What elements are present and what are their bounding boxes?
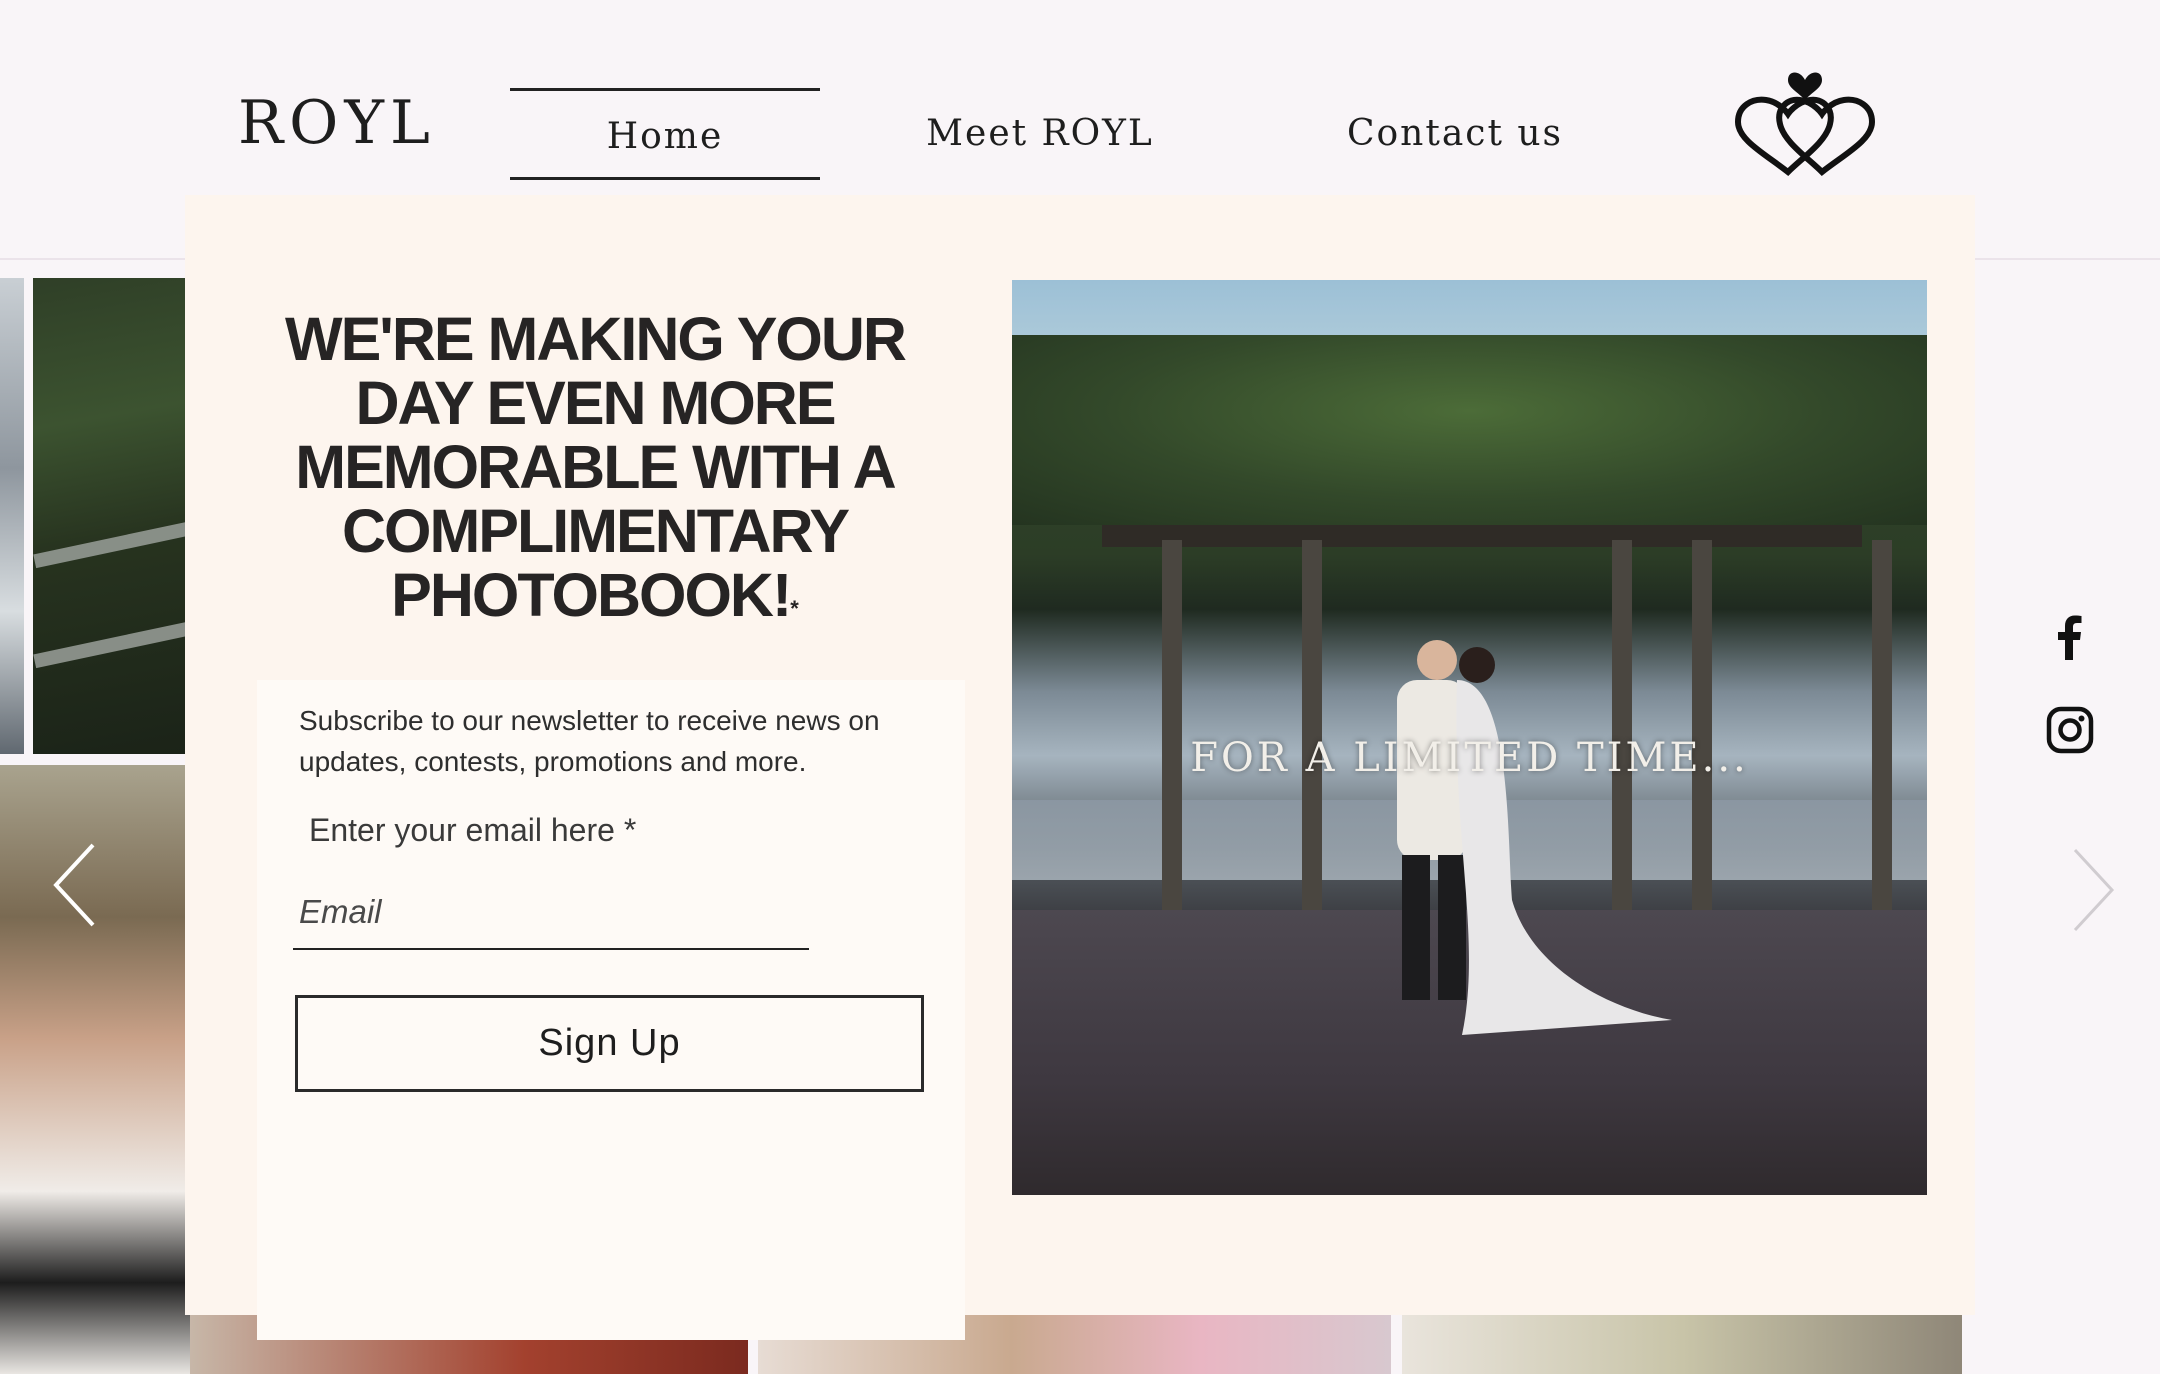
promo-video[interactable]: FOR A LIMITED TIME... — [1012, 280, 1927, 1195]
gallery-photo-1[interactable] — [0, 278, 24, 754]
nav-meet-royl[interactable]: Meet ROYL — [880, 88, 1200, 180]
site-logo[interactable]: ROYL — [238, 88, 436, 158]
nav-home[interactable]: Home — [510, 88, 820, 180]
sign-up-button[interactable]: Sign Up — [295, 995, 924, 1092]
email-input[interactable] — [293, 875, 809, 950]
instagram-icon[interactable] — [2045, 705, 2095, 755]
pergola-beam — [1102, 525, 1862, 547]
video-caption: FOR A LIMITED TIME... — [1190, 735, 1749, 781]
wedding-couple — [1397, 640, 1672, 1035]
intertwined-hearts-icon[interactable] — [1730, 62, 1880, 182]
facebook-icon[interactable] — [2045, 612, 2095, 662]
newsletter-subtitle: Subscribe to our newsletter to receive n… — [299, 705, 880, 777]
newsletter-popup: WE'RE MAKING YOUR DAY EVEN MORE MEMORABL… — [185, 195, 1975, 1340]
gallery-photo-6[interactable] — [1402, 1315, 1962, 1374]
chevron-right-icon[interactable] — [2060, 845, 2120, 935]
popup-headline: WE'RE MAKING YOUR DAY EVEN MORE MEMORABL… — [285, 305, 907, 629]
email-label: Enter your email here * — [309, 812, 637, 848]
nav-contact-us[interactable]: Contact us — [1300, 88, 1610, 180]
gallery-photo-2[interactable] — [33, 278, 190, 754]
chevron-left-icon[interactable] — [48, 840, 108, 930]
canopy-foliage — [1012, 335, 1927, 525]
headline-asterisk: * — [790, 596, 799, 621]
